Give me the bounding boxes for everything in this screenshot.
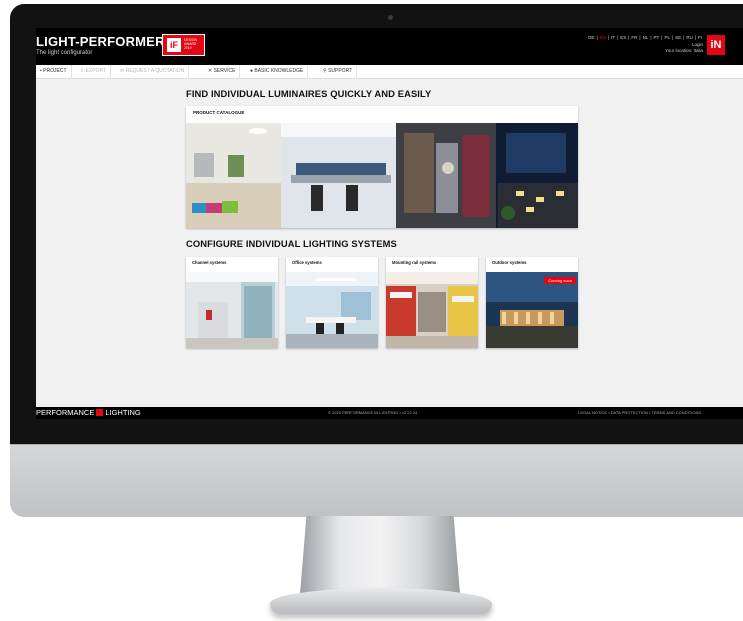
mounting-rail-systems-image: [386, 272, 478, 348]
channel-systems-image: [186, 272, 278, 348]
nav-basic-knowledge-label: BASIC KNOWLEDGE: [254, 68, 304, 74]
footer-copyright: © 2020 PERFORMANCE IN LIGHTING • v2.22.2…: [328, 410, 418, 415]
monitor-stand: [300, 516, 460, 594]
brand-logo[interactable]: iN: [707, 35, 725, 55]
nav-export[interactable]: ⇪ EXPORT: [76, 65, 112, 78]
footer-logo-mark: [96, 409, 104, 416]
nav-service-label: SERVICE: [213, 68, 236, 74]
desktop-scene: LIGHT-PERFORMER® The light configurator …: [0, 0, 743, 621]
mounting-rail-systems-label: Mounting rail systems: [392, 260, 437, 265]
nav-support-label: SUPPORT: [328, 68, 353, 74]
office-systems-label: Office systems: [292, 260, 322, 265]
language-option-se[interactable]: SE: [674, 35, 682, 40]
location-label[interactable]: Your location: Italia: [665, 48, 703, 53]
language-option-pl[interactable]: PL: [663, 35, 671, 40]
coming-soon-badge: Coming soon: [544, 277, 576, 284]
monitor-base: [270, 588, 492, 614]
footer-logo-left: PERFORMANCE: [36, 408, 95, 417]
footer-bar: PERFORMANCE LIGHTING © 2020 PERFORMANCE I…: [36, 407, 743, 419]
nav-support[interactable]: ⚲ SUPPORT: [319, 65, 358, 78]
if-award-badge: iF DESIGN AWARD 2019: [162, 34, 205, 56]
footer-logo-right: LIGHTING: [105, 408, 141, 417]
app-tagline: The light configurator: [36, 50, 93, 56]
header-bar: LIGHT-PERFORMER® The light configurator …: [36, 28, 743, 65]
nav-request-quotation-label: REQUEST A QUOTATION: [125, 68, 185, 74]
nav-project[interactable]: ▪ PROJECT: [36, 65, 72, 78]
footer-logo[interactable]: PERFORMANCE LIGHTING: [36, 407, 141, 419]
channel-systems-label: Channel systems: [192, 260, 227, 265]
product-catalogue-card[interactable]: PRODUCT CATALOGUE: [186, 106, 578, 228]
export-icon: ⇪: [80, 68, 85, 74]
footer-legal-links[interactable]: LEGAL NOTICE • DATA PROTECTION • TERMS A…: [578, 407, 701, 419]
camera-dot: [388, 15, 393, 20]
app-logo-text: LIGHT-PERFORMER: [36, 34, 165, 49]
language-option-ru[interactable]: RU: [685, 35, 694, 40]
nav-project-label: PROJECT: [43, 68, 67, 74]
language-option-fi[interactable]: FI: [697, 35, 703, 40]
pin-icon: ⚲: [323, 68, 327, 74]
if-award-mark: iF: [167, 38, 181, 52]
nav-request-quotation[interactable]: ✉ REQUEST A QUOTATION: [116, 65, 190, 78]
info-icon: ●: [250, 68, 254, 74]
monitor-chin: [10, 444, 743, 517]
find-luminaires-heading: FIND INDIVIDUAL LUMINAIRES QUICKLY AND E…: [186, 88, 432, 99]
channel-systems-card[interactable]: Channel systems: [186, 257, 278, 348]
product-catalogue-image: [186, 123, 578, 228]
office-systems-card[interactable]: Office systems: [286, 257, 378, 348]
if-award-text: DESIGN AWARD 2019: [184, 38, 197, 50]
nav-basic-knowledge[interactable]: ● BASIC KNOWLEDGE: [246, 65, 309, 78]
app-screen: LIGHT-PERFORMER® The light configurator …: [36, 28, 743, 419]
login-link[interactable]: Login: [692, 42, 703, 47]
nav-service[interactable]: ✕ SERVICE: [204, 65, 241, 78]
language-option-en[interactable]: EN: [599, 35, 607, 40]
folder-icon: ▪: [40, 68, 42, 74]
main-navigation: ▪ PROJECT ⇪ EXPORT ✉ REQUEST A QUOTATION…: [36, 65, 743, 79]
office-systems-image: [286, 272, 378, 348]
app-logo[interactable]: LIGHT-PERFORMER®: [36, 34, 169, 49]
outdoor-systems-label: Outdoor systems: [492, 260, 527, 265]
quote-icon: ✉: [120, 68, 125, 74]
outdoor-systems-card[interactable]: Outdoor systems Coming soon: [486, 257, 578, 348]
nav-export-label: EXPORT: [85, 68, 107, 74]
mounting-rail-systems-card[interactable]: Mounting rail systems: [386, 257, 478, 348]
language-switcher: DE | EN | IT | ES | FR | NL | PT | PL | SE | RU | FI: [587, 35, 703, 40]
product-catalogue-label: PRODUCT CATALOGUE: [193, 110, 245, 115]
tools-icon: ✕: [208, 68, 213, 74]
configure-systems-heading: CONFIGURE INDIVIDUAL LIGHTING SYSTEMS: [186, 238, 397, 249]
